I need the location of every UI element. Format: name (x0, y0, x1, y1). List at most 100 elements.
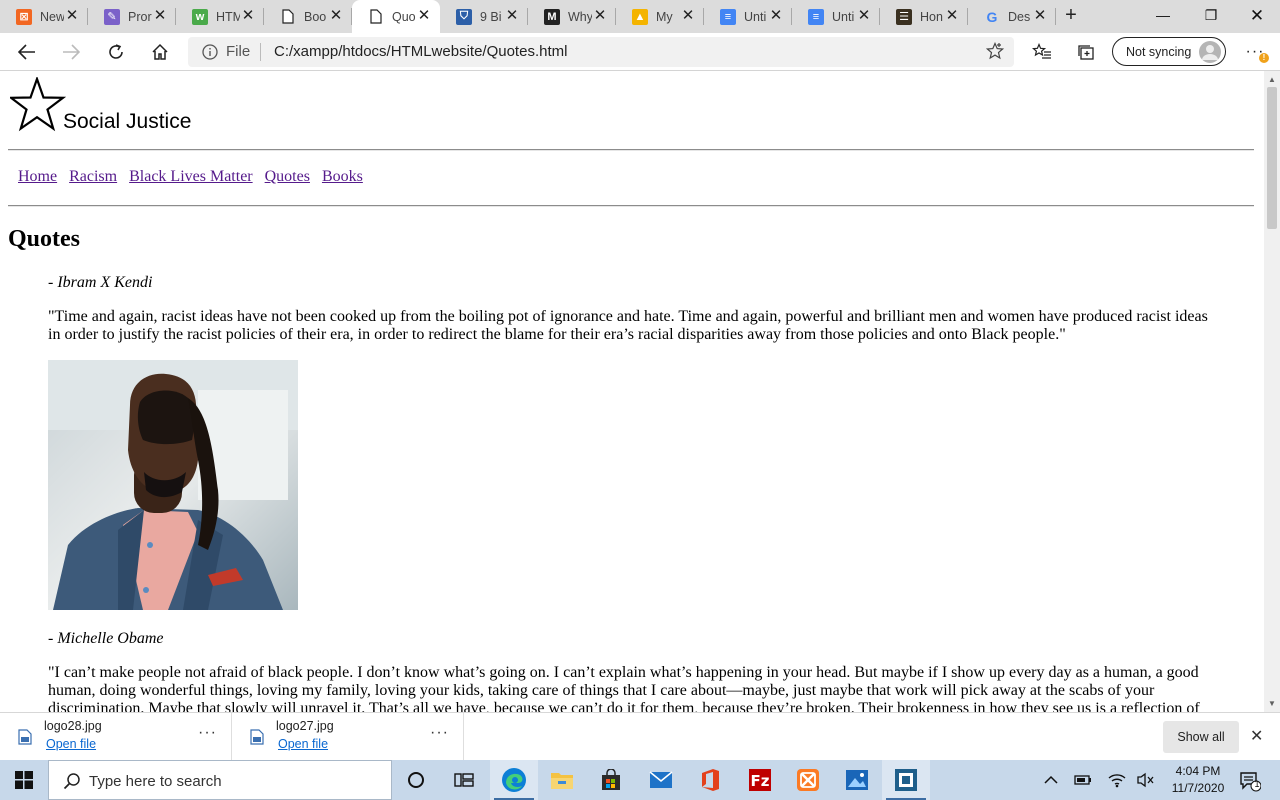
search-placeholder: Type here to search (89, 773, 222, 790)
close-tab-icon[interactable]: ✕ (416, 8, 432, 24)
collections-button[interactable] (1071, 37, 1101, 67)
quote-author: - Ibram X Kendi (48, 274, 153, 291)
home-icon (152, 43, 168, 60)
url-text[interactable]: C:/xampp/htdocs/HTMLwebsite/Quotes.html (274, 43, 567, 60)
close-tab-icon[interactable]: ✕ (240, 8, 256, 24)
nav-link-racism[interactable]: Racism (69, 168, 117, 185)
close-tab-icon[interactable]: ✕ (328, 8, 344, 24)
clock-time[interactable]: 4:04 PM (1163, 764, 1233, 778)
shield-icon: ⛉ (456, 8, 472, 25)
forward-button[interactable] (56, 37, 86, 67)
address-bar[interactable]: File C:/xampp/htdocs/HTMLwebsite/Quotes.… (188, 37, 1014, 67)
taskbar-app-store[interactable] (587, 760, 635, 800)
browser-tab[interactable]: G Des ✕ (968, 0, 1056, 33)
taskbar-app-terminal[interactable] (882, 760, 930, 800)
scroll-down-arrow-icon[interactable]: ▼ (1268, 699, 1276, 708)
site-header: Social Justice (10, 77, 310, 143)
close-tab-icon[interactable]: ✕ (64, 8, 80, 24)
scrollbar-thumb[interactable] (1267, 87, 1277, 229)
taskbar-app-filezilla[interactable]: Fz (736, 760, 784, 800)
restore-button[interactable]: ❐ (1188, 0, 1234, 33)
taskbar-app-office[interactable] (686, 760, 734, 800)
back-button[interactable] (12, 37, 42, 67)
action-center-icon[interactable]: 1 (1239, 770, 1261, 792)
browser-tab[interactable]: ≡ Unti ✕ (704, 0, 792, 33)
browser-tab[interactable]: M Why ✕ (528, 0, 616, 33)
browser-tab[interactable]: ☰ Hon ✕ (880, 0, 968, 33)
drive-icon: ▲ (632, 8, 648, 25)
chevron-up-icon[interactable] (1042, 771, 1060, 789)
taskbar-search-box[interactable]: Type here to search (48, 760, 392, 800)
more-options-icon[interactable]: ··· (198, 724, 217, 742)
new-tab-button[interactable]: + (1056, 0, 1086, 33)
browser-tab[interactable]: Quo ✕ (352, 0, 440, 33)
filezilla-icon: Fz (749, 769, 771, 791)
close-tab-icon[interactable]: ✕ (944, 8, 960, 24)
browser-tab[interactable]: ✎ Pror ✕ (88, 0, 176, 33)
quote-text: "Time and again, racist ideas have not b… (48, 308, 1208, 343)
browser-tab[interactable]: Boo ✕ (264, 0, 352, 33)
info-icon[interactable] (202, 44, 218, 65)
close-tab-icon[interactable]: ✕ (680, 8, 696, 24)
tab-title: New (40, 9, 64, 24)
close-tab-icon[interactable]: ✕ (152, 8, 168, 24)
taskbar-app-file-explorer[interactable] (538, 760, 586, 800)
close-tab-icon[interactable]: ✕ (856, 8, 872, 24)
taskbar-app-edge[interactable] (490, 760, 538, 800)
profile-sync-button[interactable]: Not syncing (1112, 37, 1226, 66)
task-view-button[interactable] (440, 760, 488, 800)
close-tab-icon[interactable]: ✕ (1032, 8, 1048, 24)
volume-muted-icon[interactable] (1136, 771, 1154, 789)
windows-taskbar: Type here to search Fz 4:04 PM 11/7/2020… (0, 760, 1280, 800)
battery-icon[interactable] (1074, 771, 1092, 789)
favorite-star-icon[interactable] (985, 41, 1005, 65)
start-button[interactable] (0, 760, 48, 800)
medium-icon: M (544, 8, 560, 25)
close-tab-icon[interactable]: ✕ (592, 8, 608, 24)
taskbar-app-mail[interactable] (637, 760, 685, 800)
download-item[interactable]: logo27.jpg Open file ··· (232, 713, 464, 760)
notification-count: 1 (1254, 779, 1260, 789)
clock-date[interactable]: 11/7/2020 (1163, 781, 1233, 795)
cortana-button[interactable] (392, 760, 440, 800)
taskbar-app-xampp[interactable] (784, 760, 832, 800)
browser-tab[interactable]: ⛉ 9 Bi ✕ (440, 0, 528, 33)
home-button[interactable] (145, 37, 175, 67)
menu-icon: ☰ (896, 8, 912, 25)
minimize-button[interactable]: — (1140, 0, 1186, 33)
edge-icon (502, 768, 526, 792)
open-file-link[interactable]: Open file (46, 737, 96, 751)
nav-link-books[interactable]: Books (322, 168, 363, 185)
close-downloads-icon[interactable]: ✕ (1250, 726, 1263, 746)
open-file-link[interactable]: Open file (278, 737, 328, 751)
scroll-up-arrow-icon[interactable]: ▲ (1268, 75, 1276, 84)
wifi-icon[interactable] (1108, 771, 1126, 789)
refresh-button[interactable] (101, 37, 131, 67)
nav-link-home[interactable]: Home (18, 168, 57, 185)
favorites-button[interactable] (1027, 37, 1057, 67)
browser-tab[interactable]: ⊠ New ✕ (0, 0, 88, 33)
site-title: Social Justice (63, 110, 192, 133)
download-filename: logo28.jpg (44, 719, 102, 733)
close-tab-icon[interactable]: ✕ (504, 8, 520, 24)
close-tab-icon[interactable]: ✕ (768, 8, 784, 24)
more-options-icon[interactable]: ··· (430, 724, 449, 742)
browser-tab[interactable]: w HTM ✕ (176, 0, 264, 33)
arrow-left-icon (18, 44, 35, 60)
taskbar-app-photos[interactable] (833, 760, 881, 800)
nav-link-black-lives-matter[interactable]: Black Lives Matter (129, 168, 253, 185)
header-divider (8, 149, 1254, 151)
tab-strip: ⊠ New ✕ ✎ Pror ✕ w HTM ✕ Boo ✕ Quo ✕ ⛉ 9 Bi ✕ M Why ✕ ▲ My ✕ ≡… (0, 0, 1280, 33)
download-item[interactable]: logo28.jpg Open file ··· (0, 713, 232, 760)
page-scrollbar[interactable]: ▲ ▼ (1264, 71, 1280, 712)
avatar (1199, 41, 1221, 63)
star-logo-icon (10, 77, 66, 132)
office-icon (702, 769, 719, 791)
close-window-button[interactable]: ✕ (1234, 0, 1280, 33)
browser-tab[interactable]: ≡ Unti ✕ (792, 0, 880, 33)
show-all-downloads-button[interactable]: Show all (1163, 721, 1239, 753)
settings-more-button[interactable]: ··· ! (1240, 37, 1270, 67)
browser-tab[interactable]: ▲ My ✕ (616, 0, 704, 33)
tab-title: Quo (392, 9, 416, 24)
nav-link-quotes[interactable]: Quotes (265, 168, 310, 185)
